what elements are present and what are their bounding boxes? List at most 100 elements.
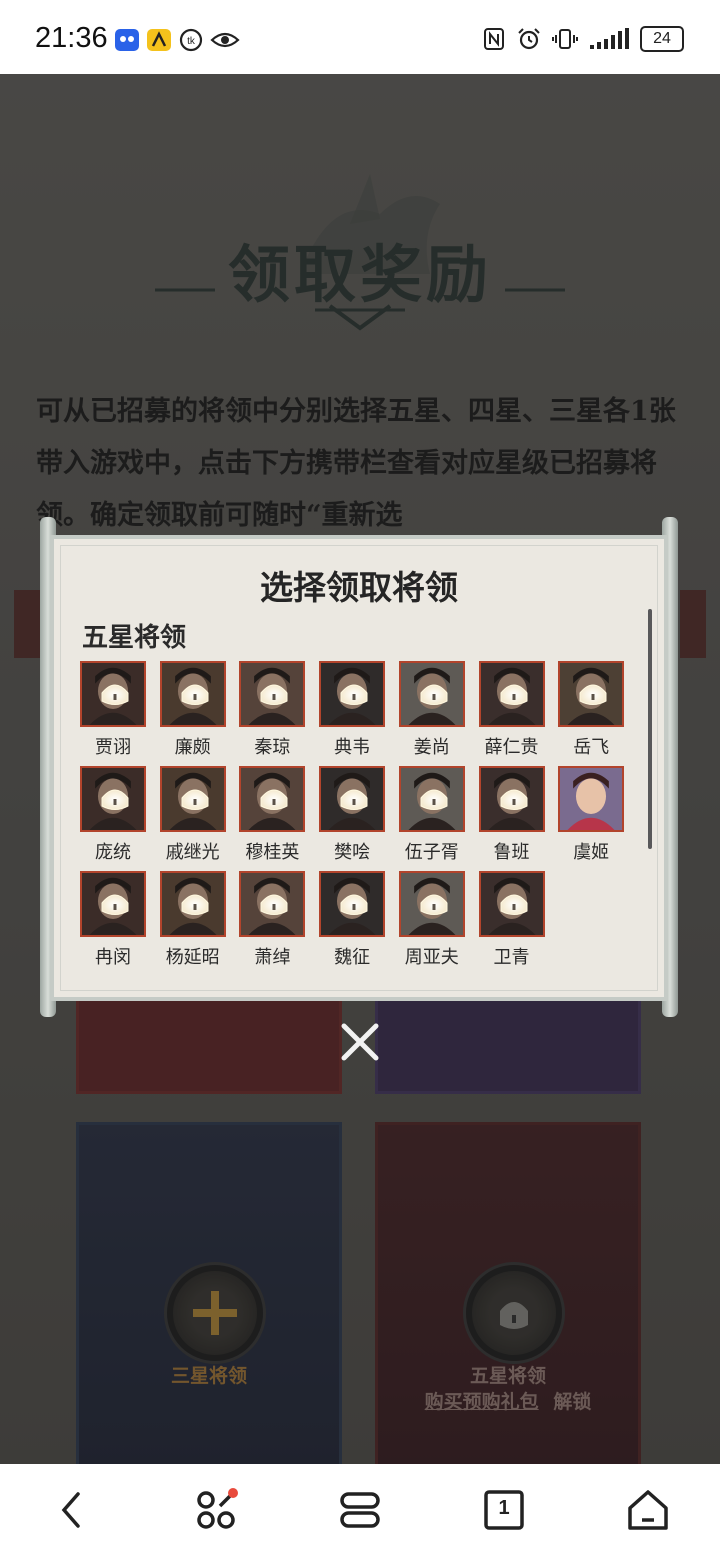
lock-icon bbox=[420, 894, 448, 915]
close-icon[interactable] bbox=[336, 1018, 384, 1066]
lock-icon bbox=[500, 789, 527, 810]
hero-card[interactable]: 庞统 bbox=[80, 766, 146, 864]
hero-portrait[interactable] bbox=[319, 661, 386, 727]
hero-card[interactable]: 虞姬 bbox=[558, 766, 625, 864]
hero-card[interactable]: 典韦 bbox=[319, 661, 386, 759]
hero-name: 卫青 bbox=[493, 947, 530, 968]
hero-portrait[interactable] bbox=[398, 766, 465, 832]
modal-scrollbar[interactable] bbox=[648, 609, 652, 849]
lock-icon bbox=[181, 894, 209, 915]
menu-icon[interactable] bbox=[336, 1486, 384, 1534]
hero-name: 贾诩 bbox=[95, 737, 131, 758]
lock-icon bbox=[340, 684, 368, 705]
nfc-icon bbox=[484, 28, 504, 50]
hero-portrait[interactable] bbox=[558, 766, 625, 832]
lock-icon bbox=[500, 684, 527, 705]
hero-name: 岳飞 bbox=[573, 737, 610, 758]
hero-portrait[interactable] bbox=[319, 766, 386, 832]
hero-portrait[interactable] bbox=[159, 871, 226, 937]
hero-card[interactable]: 杨延昭 bbox=[159, 871, 226, 969]
hero-card[interactable]: 樊哙 bbox=[319, 766, 386, 864]
hero-portrait[interactable] bbox=[159, 661, 226, 727]
modal-paper: 选择领取将领 五星将领 贾诩 廉颇 秦琼 典韦 姜尚 薛仁贵 岳飞庞统 戚继光 穆桂英 樊哙 伍子胥… bbox=[50, 535, 668, 1001]
lock-icon bbox=[260, 684, 288, 705]
hero-card[interactable]: 冉闵 bbox=[80, 871, 146, 969]
hero-name: 萧绰 bbox=[254, 947, 291, 968]
hero-portrait[interactable] bbox=[239, 871, 306, 937]
assistant-icon[interactable] bbox=[192, 1486, 240, 1534]
tabs-button[interactable]: 1 bbox=[480, 1486, 528, 1534]
vibrate-icon bbox=[552, 29, 578, 49]
hero-portrait[interactable] bbox=[398, 661, 465, 727]
eye-icon bbox=[210, 32, 240, 48]
hero-name: 伍子胥 bbox=[404, 842, 459, 863]
hero-portrait[interactable] bbox=[159, 766, 226, 832]
hero-name: 典韦 bbox=[334, 737, 371, 758]
data-saver-icon: tk bbox=[179, 28, 203, 52]
hero-name: 戚继光 bbox=[165, 842, 220, 863]
app-icon-blue bbox=[115, 29, 139, 51]
hero-card[interactable]: 姜尚 bbox=[398, 661, 465, 759]
hero-name: 秦琼 bbox=[254, 737, 291, 758]
lock-icon bbox=[181, 684, 209, 705]
hero-card[interactable]: 卫青 bbox=[478, 871, 545, 969]
hero-card[interactable]: 廉颇 bbox=[159, 661, 226, 759]
hero-name: 鲁班 bbox=[493, 842, 530, 863]
hero-name: 穆桂英 bbox=[245, 842, 300, 863]
hero-name: 杨延昭 bbox=[165, 947, 220, 968]
lock-icon bbox=[340, 789, 368, 810]
lock-icon bbox=[101, 684, 129, 705]
home-icon[interactable] bbox=[624, 1486, 672, 1534]
hero-portrait[interactable] bbox=[478, 661, 545, 727]
lock-icon bbox=[500, 894, 527, 915]
hero-name: 薛仁贵 bbox=[484, 737, 539, 758]
hero-portrait[interactable] bbox=[239, 766, 306, 832]
hero-name: 廉颇 bbox=[174, 737, 211, 758]
hero-name: 周亚夫 bbox=[404, 947, 459, 968]
lock-icon bbox=[101, 894, 129, 915]
hero-portrait[interactable] bbox=[319, 871, 386, 937]
hero-card[interactable]: 秦琼 bbox=[239, 661, 306, 759]
hero-portrait[interactable] bbox=[478, 766, 545, 832]
hero-card[interactable]: 穆桂英 bbox=[239, 766, 306, 864]
hero-card[interactable]: 魏征 bbox=[319, 871, 386, 969]
hero-card[interactable]: 伍子胥 bbox=[398, 766, 465, 864]
alarm-icon bbox=[518, 28, 540, 50]
hero-portrait[interactable] bbox=[398, 871, 465, 937]
hero-portrait[interactable] bbox=[80, 871, 146, 937]
hero-name: 虞姬 bbox=[573, 842, 610, 863]
hero-portrait[interactable] bbox=[558, 661, 625, 727]
hero-name: 魏征 bbox=[334, 947, 371, 968]
hero-card[interactable]: 周亚夫 bbox=[398, 871, 465, 969]
lock-icon bbox=[579, 684, 607, 705]
battery-icon: 24 bbox=[640, 26, 684, 52]
signal-icon bbox=[590, 28, 629, 49]
app-icon-yellow bbox=[147, 29, 171, 51]
select-hero-modal: 选择领取将领 五星将领 贾诩 廉颇 秦琼 典韦 姜尚 薛仁贵 岳飞庞统 戚继光 穆桂英 樊哙 伍子胥… bbox=[40, 517, 678, 1017]
hero-portrait[interactable] bbox=[239, 661, 306, 727]
hero-portrait[interactable] bbox=[80, 766, 146, 832]
hero-card[interactable]: 鲁班 bbox=[478, 766, 545, 864]
hero-card[interactable]: 岳飞 bbox=[558, 661, 625, 759]
hero-card[interactable]: 萧绰 bbox=[239, 871, 306, 969]
status-bar: 21:36 tk 24 bbox=[0, 0, 720, 74]
lock-icon bbox=[340, 894, 368, 915]
lock-icon bbox=[101, 789, 129, 810]
hero-name: 庞统 bbox=[95, 842, 131, 863]
hero-card[interactable]: 薛仁贵 bbox=[478, 661, 545, 759]
browser-navbar: 1 bbox=[0, 1464, 720, 1554]
hero-card[interactable]: 戚继光 bbox=[159, 766, 226, 864]
lock-icon bbox=[420, 684, 448, 705]
hero-card[interactable]: 贾诩 bbox=[80, 661, 146, 759]
lock-icon bbox=[181, 789, 209, 810]
hero-name: 姜尚 bbox=[413, 737, 450, 758]
svg-text:tk: tk bbox=[187, 36, 196, 47]
hero-portrait[interactable] bbox=[80, 661, 146, 727]
lock-icon bbox=[260, 894, 288, 915]
hero-name: 冉闵 bbox=[95, 947, 131, 968]
modal-title: 选择领取将领 bbox=[260, 568, 458, 607]
status-time: 21:36 bbox=[35, 22, 108, 54]
hero-portrait[interactable] bbox=[478, 871, 545, 937]
section-title: 五星将领 bbox=[82, 623, 187, 653]
back-icon[interactable] bbox=[48, 1486, 96, 1534]
